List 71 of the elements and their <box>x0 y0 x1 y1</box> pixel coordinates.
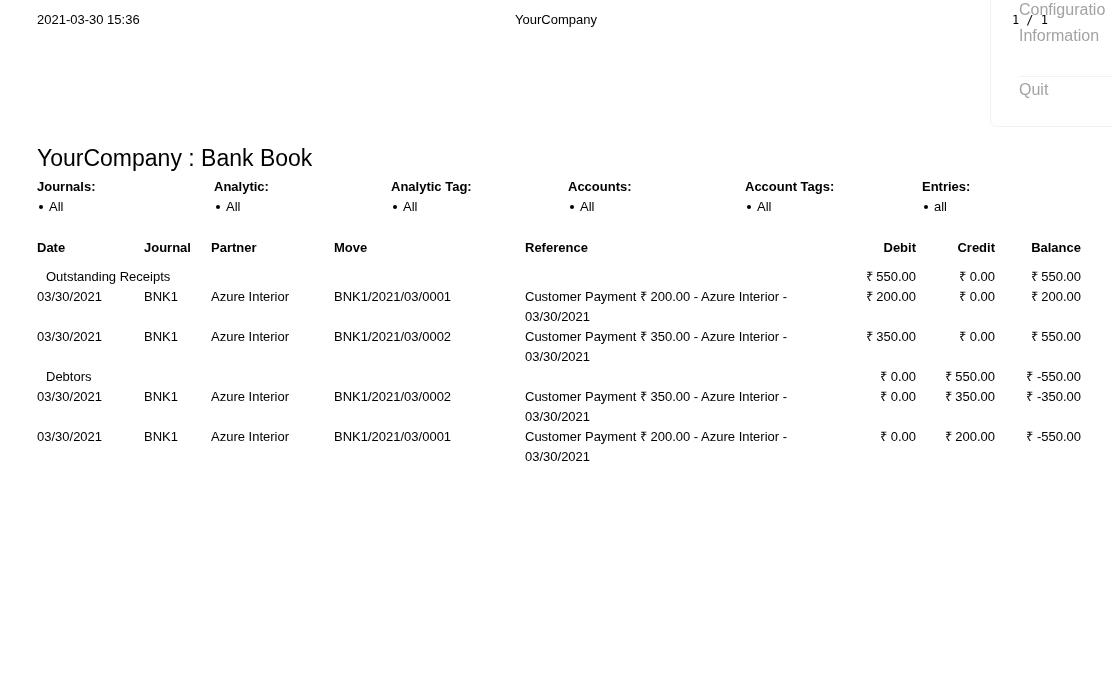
move-cell: BNK1/2021/03/0002 <box>334 329 452 344</box>
column-header: Move <box>334 240 368 255</box>
debit-amount: ₹ 350.00 <box>865 329 916 344</box>
balance-amount: ₹ -550.00 <box>1026 429 1081 444</box>
date-cell: 03/30/2021 <box>37 289 103 304</box>
partner-cell: Azure Interior <box>211 389 290 404</box>
account-group-name: Debtors <box>46 369 92 384</box>
filter-label: Journals: <box>37 178 97 196</box>
credit-amount: ₹ 0.00 <box>959 289 995 304</box>
filter-label: Analytic Tag: <box>391 178 473 196</box>
credit-amount: ₹ 0.00 <box>959 269 995 284</box>
report-title: YourCompany : Bank Book <box>37 144 314 173</box>
balance-amount: ₹ -550.00 <box>1026 369 1081 384</box>
menu-item[interactable]: Quit <box>1019 81 1049 98</box>
move-cell: BNK1/2021/03/0001 <box>334 429 452 444</box>
column-header: Credit <box>957 240 995 255</box>
debit-amount: ₹ 0.00 <box>880 429 916 444</box>
column-header: Debit <box>883 240 916 255</box>
reference-cell: Customer Payment ₹ 200.00 - Azure Interior - 03/30/2021 <box>525 429 788 464</box>
filter-value: all <box>934 198 947 216</box>
column-header: Journal <box>144 240 191 255</box>
company-name: YourCompany <box>515 11 597 29</box>
journal-cell: BNK1 <box>144 389 178 404</box>
filter-value: All <box>403 198 418 216</box>
balance-amount: ₹ 550.00 <box>1030 269 1081 284</box>
filter-label: Analytic: <box>214 178 270 196</box>
partner-cell: Azure Interior <box>211 329 290 344</box>
date-cell: 03/30/2021 <box>37 389 103 404</box>
debit-amount: ₹ 0.00 <box>880 389 916 404</box>
filter-value: All <box>49 198 64 216</box>
partner-cell: Azure Interior <box>211 429 290 444</box>
filter-value: All <box>757 198 772 216</box>
filter-value: All <box>226 198 241 216</box>
column-header: Reference <box>525 240 588 255</box>
date-cell: 03/30/2021 <box>37 429 103 444</box>
credit-amount: ₹ 550.00 <box>944 369 995 384</box>
move-cell: BNK1/2021/03/0001 <box>334 289 452 304</box>
balance-amount: ₹ 200.00 <box>1030 289 1081 304</box>
credit-amount: ₹ 350.00 <box>944 389 995 404</box>
column-header: Balance <box>1031 240 1081 255</box>
filter-label: Account Tags: <box>745 178 836 196</box>
debit-amount: ₹ 550.00 <box>865 269 916 284</box>
credit-amount: ₹ 200.00 <box>944 429 995 444</box>
move-cell: BNK1/2021/03/0002 <box>334 389 452 404</box>
date-cell: 03/30/2021 <box>37 329 103 344</box>
journal-cell: BNK1 <box>144 329 178 344</box>
bullet-icon <box>747 205 751 209</box>
partner-cell: Azure Interior <box>211 289 290 304</box>
print-datetime: 2021-03-30 15:36 <box>37 11 141 29</box>
journal-cell: BNK1 <box>144 289 178 304</box>
filter-label: Entries: <box>922 178 972 196</box>
debit-amount: ₹ 200.00 <box>865 289 916 304</box>
balance-amount: ₹ 550.00 <box>1030 329 1081 344</box>
bullet-icon <box>570 205 574 209</box>
debit-amount: ₹ 0.00 <box>880 369 916 384</box>
reference-cell: Customer Payment ₹ 350.00 - Azure Interior - 03/30/2021 <box>525 329 788 364</box>
filter-label: Accounts: <box>568 178 633 196</box>
credit-amount: ₹ 0.00 <box>959 329 995 344</box>
column-header: Date <box>37 240 66 255</box>
bullet-icon <box>39 205 43 209</box>
bullet-icon <box>393 205 397 209</box>
reference-cell: Customer Payment ₹ 350.00 - Azure Interior - 03/30/2021 <box>525 389 788 424</box>
balance-amount: ₹ -350.00 <box>1026 389 1081 404</box>
filter-value: All <box>580 198 595 216</box>
menu-item[interactable]: Information <box>1019 27 1100 44</box>
bullet-icon <box>924 205 928 209</box>
bullet-icon <box>216 205 220 209</box>
journal-cell: BNK1 <box>144 429 178 444</box>
reference-cell: Customer Payment ₹ 200.00 - Azure Interior - 03/30/2021 <box>525 289 788 324</box>
account-group-name: Outstanding Receipts <box>46 269 171 284</box>
column-header: Partner <box>211 240 257 255</box>
